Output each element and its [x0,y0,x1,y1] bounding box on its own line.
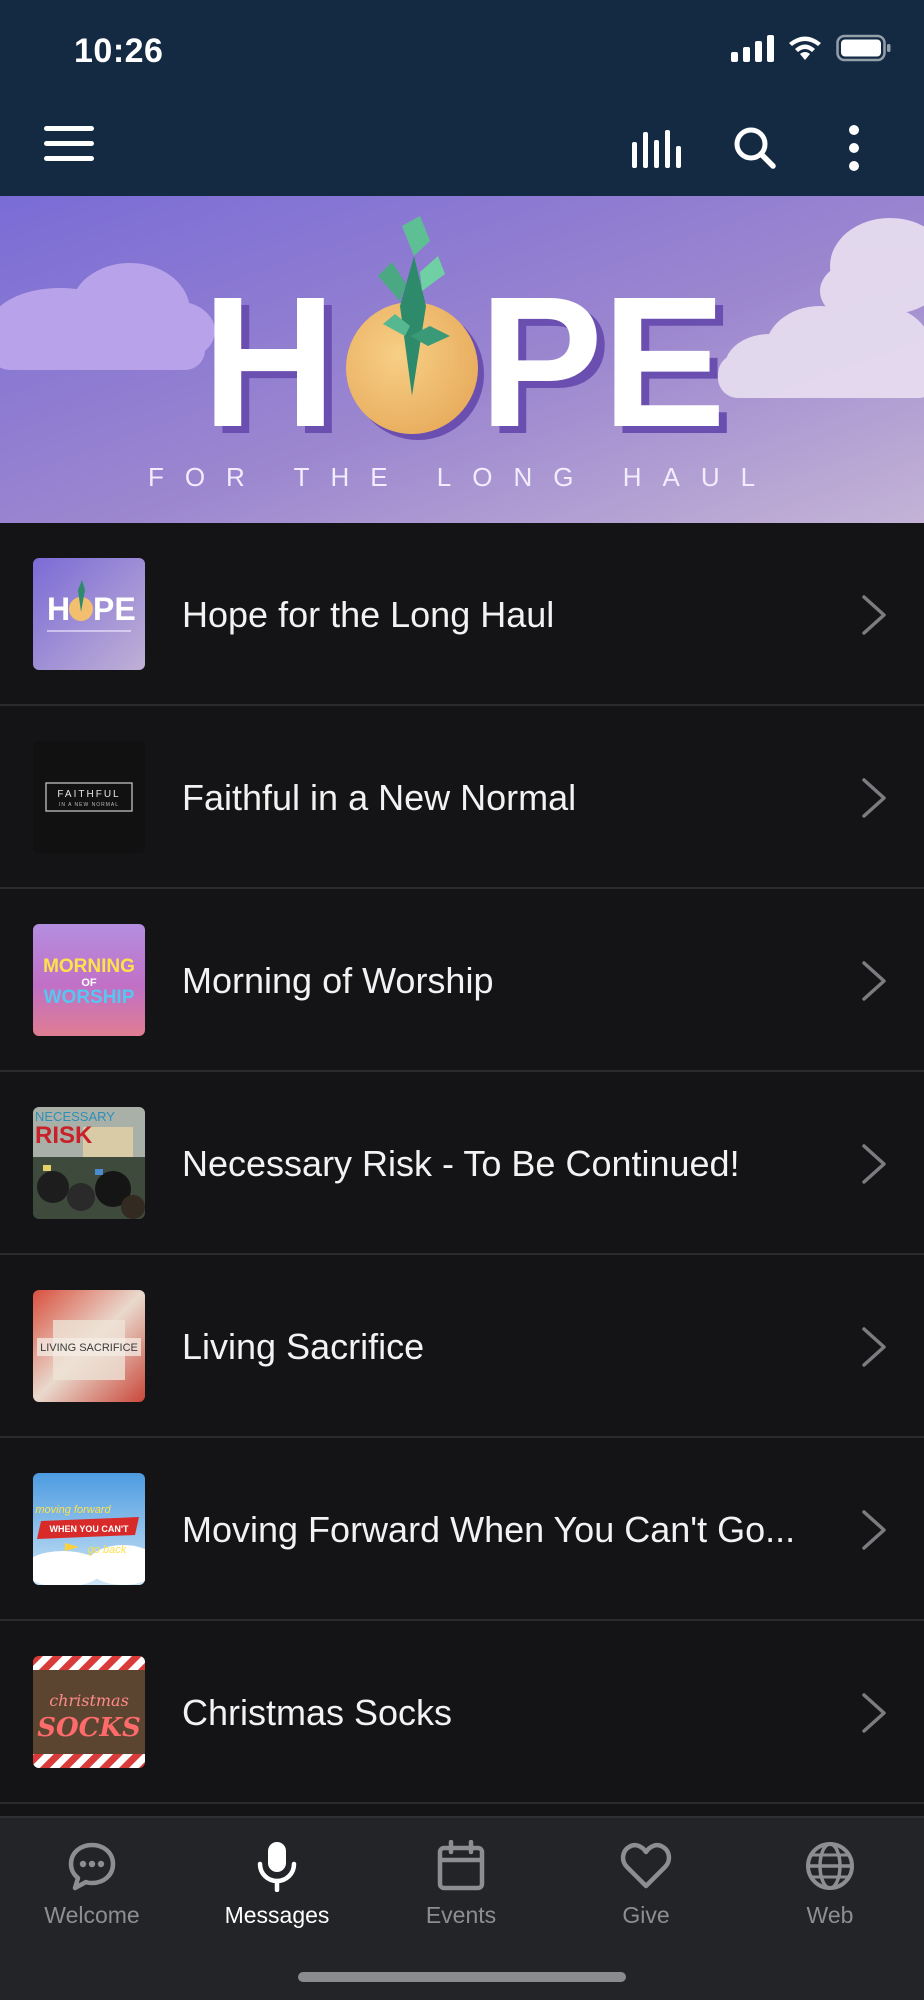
svg-text:LIVING SACRIFICE: LIVING SACRIFICE [40,1342,138,1354]
series-thumbnail: MORNING OF WORSHIP [33,924,145,1036]
series-thumbnail: LIVING SACRIFICE [33,1290,145,1402]
series-thumbnail: FAITHFUL IN A NEW NORMAL [33,741,145,853]
hamburger-icon[interactable] [44,126,94,162]
message-title: Hope for the Long Haul [182,594,555,635]
chat-bubble-icon [66,1838,118,1894]
svg-text:WHEN YOU CAN'T: WHEN YOU CAN'T [50,1524,129,1534]
series-banner[interactable]: H H P P E E FOR THE LONG HAUL [0,196,924,523]
tab-events[interactable]: Events [369,1818,553,1948]
message-title: Moving Forward When You Can't Go... [182,1509,796,1550]
search-icon[interactable] [725,118,785,178]
microphone-icon [255,1838,299,1894]
status-time: 10:26 [74,32,164,70]
svg-text:christmas: christmas [49,1691,129,1710]
banner-artwork: H H P P E E FOR THE LONG HAUL [0,196,924,523]
tab-messages[interactable]: Messages [185,1818,369,1948]
list-item[interactable]: H PE Hope for the Long Haul [0,523,924,706]
list-item[interactable]: MORNING OF WORSHIP Morning of Worship [0,889,924,1072]
tab-label: Messages [224,1902,330,1928]
calendar-icon [437,1838,485,1894]
bottom-tab-bar: Welcome Messages Events Give Web [0,1816,924,2000]
heart-icon [620,1838,672,1894]
svg-text:WORSHIP: WORSHIP [44,987,135,1008]
battery-icon [836,34,891,62]
tab-label: Web [806,1902,854,1928]
tab-give[interactable]: Give [554,1818,738,1948]
list-item[interactable]: NECESSARY RISK Necessary Risk - To Be Co… [0,1072,924,1255]
svg-text:RISK: RISK [35,1122,93,1149]
list-item[interactable]: christmas SOCKS Christmas Socks [0,1621,924,1804]
message-title: Morning of Worship [182,960,494,1001]
svg-text:SOCKS: SOCKS [37,1713,141,1743]
messages-list: H PE Hope for the Long Haul FAITHFUL IN … [0,523,924,1804]
tab-welcome[interactable]: Welcome [0,1818,184,1948]
tab-label: Give [622,1902,670,1928]
svg-text:MORNING: MORNING [43,956,135,977]
more-vertical-icon[interactable] [824,118,884,178]
series-thumbnail: H PE [33,558,145,670]
tab-label: Welcome [44,1902,140,1928]
home-indicator[interactable] [298,1972,626,1982]
chevron-right-icon [862,1510,886,1550]
audio-bars-icon[interactable] [627,118,687,178]
series-thumbnail: christmas SOCKS [33,1656,145,1768]
cellular-signal-icon [731,34,774,62]
status-icons [731,34,892,62]
banner-letter-h: H [202,259,336,466]
svg-text:PE: PE [93,591,136,627]
list-item[interactable]: FAITHFUL IN A NEW NORMAL Faithful in a N… [0,706,924,889]
message-title: Necessary Risk - To Be Continued! [182,1143,740,1184]
chevron-right-icon [862,1693,886,1733]
svg-text:IN A NEW NORMAL: IN A NEW NORMAL [59,802,119,808]
series-thumbnail: NECESSARY RISK [33,1107,145,1219]
message-title: Living Sacrifice [182,1326,425,1367]
svg-text:go back: go back [88,1544,127,1556]
chevron-right-icon [862,595,886,635]
tab-label: Events [425,1902,497,1928]
series-thumbnail: moving forward WHEN YOU CAN'T go back [33,1473,145,1585]
tab-web[interactable]: Web [738,1818,922,1948]
top-app-bar: 10:26 [0,0,924,196]
list-item[interactable]: moving forward WHEN YOU CAN'T go back Mo… [0,1438,924,1621]
message-title: Christmas Socks [182,1692,453,1733]
banner-subtitle: FOR THE LONG HAUL [148,462,776,492]
globe-icon [804,1838,856,1894]
banner-letter-p: P [479,259,603,466]
list-item[interactable]: LIVING SACRIFICE Living Sacrifice [0,1255,924,1438]
chevron-right-icon [862,1144,886,1184]
svg-text:FAITHFUL: FAITHFUL [57,789,120,800]
banner-letter-e: E [602,259,726,466]
chevron-right-icon [862,961,886,1001]
message-title: Faithful in a New Normal [182,777,577,818]
chevron-right-icon [862,778,886,818]
svg-text:H: H [47,591,70,627]
svg-text:moving forward: moving forward [35,1504,111,1516]
chevron-right-icon [862,1327,886,1367]
wifi-icon [789,36,821,60]
